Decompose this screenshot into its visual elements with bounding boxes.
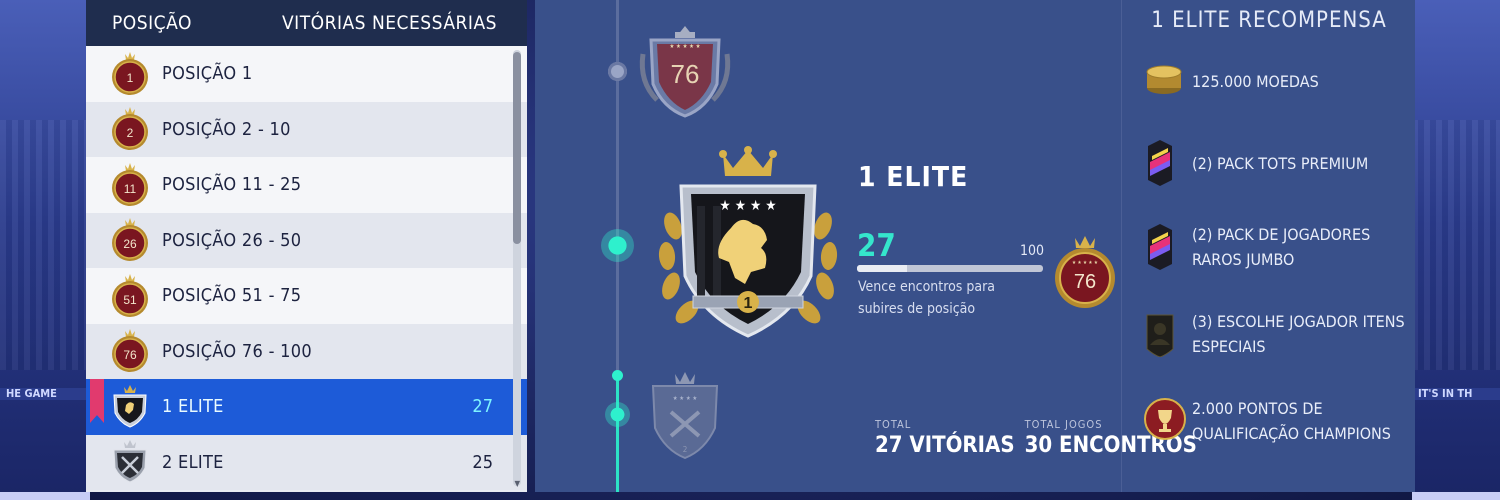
coins-icon bbox=[1144, 58, 1184, 104]
rewards-panel: 1 ELITE RECOMPENSA 125.000 MOEDAS (2) PA… bbox=[1121, 0, 1416, 492]
pack-icon bbox=[1144, 140, 1184, 186]
ranking-header: POSIÇÃO VITÓRIAS NECESSÁRIAS bbox=[86, 0, 527, 46]
scrollbar[interactable] bbox=[513, 50, 521, 486]
background-left: HE GAME bbox=[0, 0, 90, 500]
svg-text:51: 51 bbox=[123, 293, 137, 307]
elite-badge-number: 1 bbox=[744, 295, 753, 312]
crowd-backdrop bbox=[1412, 120, 1500, 370]
rank-badge-icon: 2 bbox=[108, 107, 152, 151]
rank-badge-76-icon: ★ ★ ★ ★ ★ 76 bbox=[639, 26, 731, 118]
rank-row-label: 2 ELITE bbox=[162, 451, 224, 473]
elite-2-badge-icon: ★ ★ ★ ★ 2 bbox=[651, 372, 719, 460]
svg-text:76: 76 bbox=[123, 348, 137, 362]
rank-badge-icon bbox=[108, 440, 152, 484]
svg-text:★ ★ ★ ★ ★: ★ ★ ★ ★ ★ bbox=[669, 43, 700, 50]
rank-row-label: POSIÇÃO 76 - 100 bbox=[162, 340, 312, 362]
svg-text:★ ★ ★ ★: ★ ★ ★ ★ bbox=[719, 198, 776, 214]
reward-text: (2) PACK TOTS PREMIUM bbox=[1192, 153, 1369, 173]
crowd-backdrop bbox=[0, 120, 90, 370]
rank-row[interactable]: 2 POSIÇÃO 2 - 10 bbox=[86, 101, 527, 157]
banner-text-left: HE GAME bbox=[0, 388, 90, 400]
rank-badge-icon: 26 bbox=[108, 218, 152, 262]
total-value: 27 VITÓRIAS bbox=[875, 433, 1015, 458]
rank-row-wins: 27 bbox=[472, 396, 493, 418]
svg-text:2: 2 bbox=[127, 126, 134, 140]
timeline-progress bbox=[616, 376, 619, 492]
total-block: TOTAL 27 VITÓRIAS bbox=[875, 418, 1015, 458]
ranking-list-panel: POSIÇÃO VITÓRIAS NECESSÁRIAS 1 POSIÇÃO 1… bbox=[86, 0, 527, 492]
timeline-node-marker bbox=[612, 370, 623, 381]
rank-badge-icon: 11 bbox=[108, 162, 152, 207]
rank-row[interactable]: 1 ELITE 27 bbox=[86, 379, 527, 435]
player-pick-icon bbox=[1144, 311, 1184, 358]
rank-row[interactable]: 2 ELITE 25 bbox=[86, 434, 527, 490]
rank-row-label: POSIÇÃO 26 - 50 bbox=[162, 229, 302, 251]
reward-text: 2.000 PONTOS DE QUALIFICAÇÃO CHAMPIONS bbox=[1192, 399, 1391, 443]
pack-icon bbox=[1144, 224, 1184, 270]
svg-text:2: 2 bbox=[683, 445, 688, 454]
header-wins-needed: VITÓRIAS NECESSÁRIAS bbox=[281, 12, 497, 34]
header-position: POSIÇÃO bbox=[112, 12, 192, 34]
total-caption: TOTAL bbox=[875, 418, 912, 431]
banner-text-right: IT'S IN TH bbox=[1412, 388, 1500, 400]
reward-item: (3) ESCOLHE JOGADOR ITENS ESPECIAIS bbox=[1144, 309, 1422, 359]
rank-row-label: POSIÇÃO 51 - 75 bbox=[162, 285, 302, 307]
reward-item: 2.000 PONTOS DE QUALIFICAÇÃO CHAMPIONS bbox=[1144, 396, 1422, 446]
progress-fill bbox=[857, 265, 908, 272]
rank-row[interactable]: 26 POSIÇÃO 26 - 50 bbox=[86, 212, 527, 268]
svg-text:26: 26 bbox=[123, 237, 137, 251]
floor-strip bbox=[0, 492, 90, 500]
reward-text: (3) ESCOLHE JOGADOR ITENS ESPECIAIS bbox=[1192, 312, 1405, 356]
rank-row-label: POSIÇÃO 2 - 10 bbox=[162, 118, 291, 140]
scroll-down-icon[interactable]: ▼ bbox=[514, 479, 520, 488]
rank-badge-icon: 51 bbox=[108, 273, 152, 318]
scrollbar-thumb[interactable] bbox=[513, 52, 521, 244]
rank-row-label: POSIÇÃO 11 - 25 bbox=[162, 174, 302, 196]
target-wins: 100 bbox=[1020, 243, 1045, 259]
selected-flag-icon bbox=[90, 379, 104, 423]
svg-text:1: 1 bbox=[127, 71, 134, 85]
ranking-rows: 1 POSIÇÃO 1 2 POSIÇÃO 2 - 10 11 POSIÇÃO … bbox=[86, 46, 527, 490]
rank-row[interactable]: 1 POSIÇÃO 1 bbox=[86, 46, 527, 102]
prev-badge-number: 76 bbox=[671, 59, 700, 89]
progress-bar bbox=[857, 265, 1043, 272]
next-badge-number: 76 bbox=[1074, 271, 1096, 293]
timeline-node-current bbox=[601, 229, 634, 262]
floor-strip bbox=[1412, 492, 1500, 500]
reward-text: 125.000 MOEDAS bbox=[1192, 71, 1319, 91]
rank-row-label: 1 ELITE bbox=[162, 396, 224, 418]
rank-badge-icon: 1 bbox=[108, 51, 152, 96]
rank-row-label: POSIÇÃO 1 bbox=[162, 63, 253, 85]
reward-text: (2) PACK DE JOGADORES RAROS JUMBO bbox=[1192, 225, 1371, 269]
elite-title: 1 ELITE bbox=[858, 160, 969, 193]
rank-row[interactable]: 76 POSIÇÃO 76 - 100 bbox=[86, 323, 527, 379]
current-wins: 27 bbox=[857, 228, 896, 264]
rank-badge-icon bbox=[108, 384, 152, 429]
timeline-node-next bbox=[605, 402, 630, 427]
elite-1-badge-icon: ★ ★ ★ ★ 1 bbox=[658, 146, 838, 338]
next-rank-badge-icon: ★ ★ ★ ★ ★ 76 bbox=[1055, 236, 1115, 308]
reward-item: 125.000 MOEDAS bbox=[1144, 58, 1422, 104]
rank-row-wins: 25 bbox=[472, 451, 493, 473]
trophy-icon bbox=[1144, 398, 1186, 444]
reward-item: (2) PACK DE JOGADORES RAROS JUMBO bbox=[1144, 222, 1422, 272]
rank-row[interactable]: 11 POSIÇÃO 11 - 25 bbox=[86, 157, 527, 213]
reward-item: (2) PACK TOTS PREMIUM bbox=[1144, 140, 1422, 186]
svg-text:★ ★ ★ ★ ★: ★ ★ ★ ★ ★ bbox=[1072, 260, 1098, 266]
svg-text:11: 11 bbox=[124, 182, 137, 196]
progress-description: Vence encontros para subires de posição bbox=[858, 279, 995, 317]
rewards-title: 1 ELITE RECOMPENSA bbox=[1151, 8, 1387, 33]
rank-detail-panel: ★ ★ ★ ★ ★ 76 ★ ★ ★ ★ 1 1 ELITE 27 100 Ve… bbox=[535, 0, 1415, 492]
background-right: IT'S IN TH bbox=[1412, 0, 1500, 500]
rank-badge-icon: 76 bbox=[108, 329, 152, 373]
rank-row[interactable]: 51 POSIÇÃO 51 - 75 bbox=[86, 268, 527, 324]
timeline-node-previous bbox=[608, 62, 627, 81]
svg-text:★ ★ ★ ★: ★ ★ ★ ★ bbox=[673, 395, 698, 402]
